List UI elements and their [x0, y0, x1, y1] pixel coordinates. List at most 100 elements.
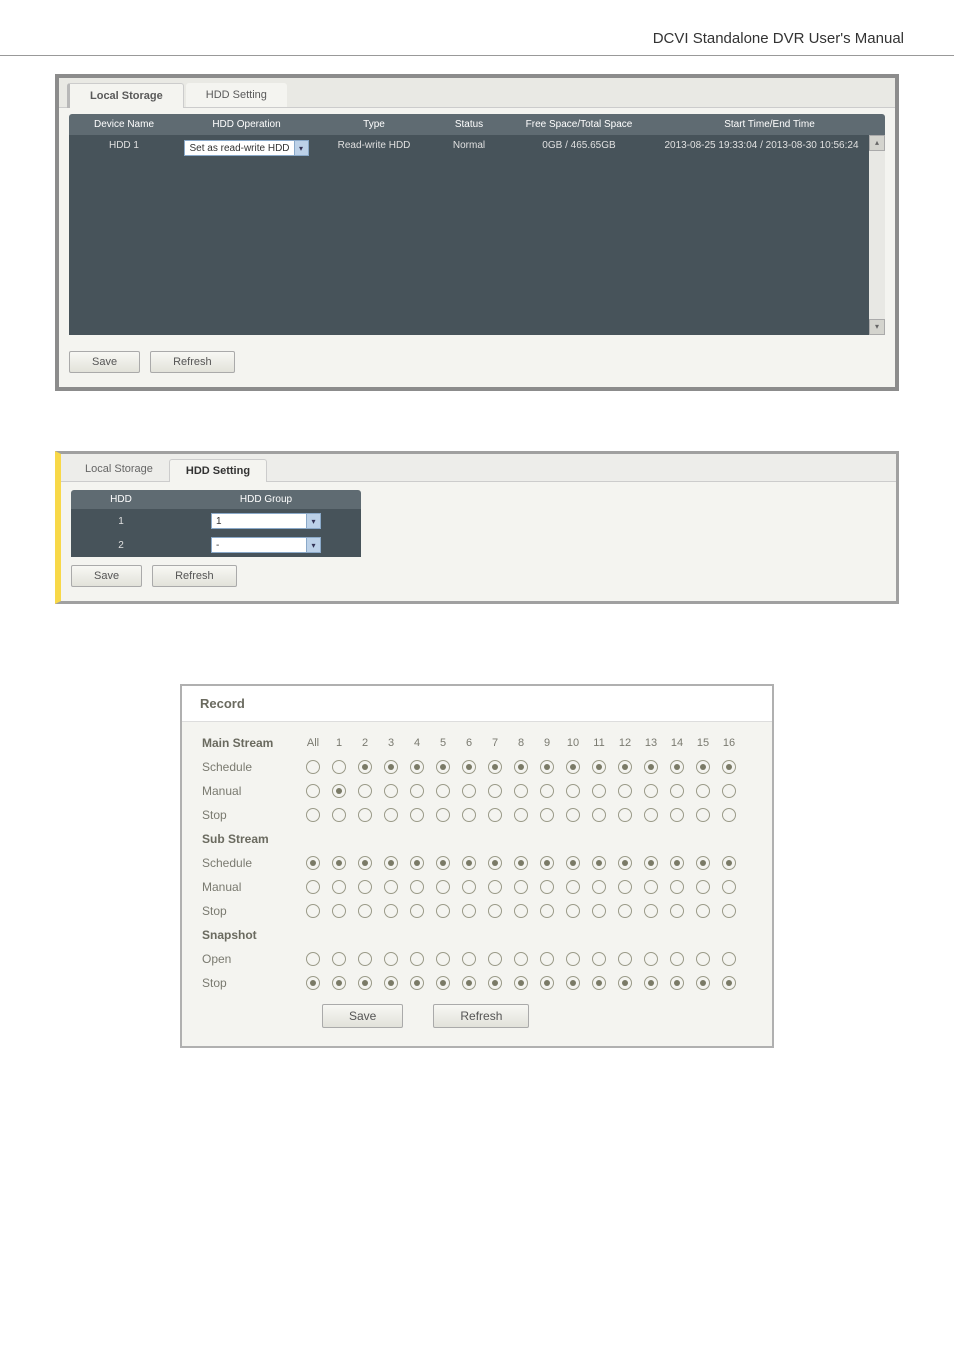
channel-radio[interactable]: [670, 808, 684, 822]
channel-radio[interactable]: [436, 976, 450, 990]
save-button[interactable]: Save: [69, 351, 140, 373]
channel-radio[interactable]: [644, 976, 658, 990]
save-button[interactable]: Save: [322, 1004, 403, 1028]
tab-hdd-setting[interactable]: HDD Setting: [169, 459, 267, 482]
channel-radio[interactable]: [332, 976, 346, 990]
channel-radio[interactable]: [696, 880, 710, 894]
channel-radio[interactable]: [410, 904, 424, 918]
hdd-group-select[interactable]: - ▾: [211, 537, 321, 553]
channel-radio[interactable]: [514, 976, 528, 990]
channel-radio[interactable]: [618, 904, 632, 918]
channel-radio[interactable]: [618, 808, 632, 822]
channel-radio[interactable]: [332, 880, 346, 894]
channel-radio[interactable]: [358, 880, 372, 894]
channel-radio[interactable]: [696, 904, 710, 918]
channel-radio[interactable]: [618, 784, 632, 798]
channel-radio[interactable]: [670, 760, 684, 774]
channel-radio[interactable]: [670, 952, 684, 966]
channel-radio[interactable]: [384, 760, 398, 774]
channel-radio[interactable]: [462, 760, 476, 774]
channel-radio[interactable]: [488, 856, 502, 870]
refresh-button[interactable]: Refresh: [150, 351, 235, 373]
channel-radio[interactable]: [670, 880, 684, 894]
channel-radio[interactable]: [644, 760, 658, 774]
channel-radio[interactable]: [332, 904, 346, 918]
channel-radio[interactable]: [644, 856, 658, 870]
channel-radio[interactable]: [306, 976, 320, 990]
channel-radio[interactable]: [644, 904, 658, 918]
channel-radio[interactable]: [592, 904, 606, 918]
channel-radio[interactable]: [436, 880, 450, 894]
channel-radio[interactable]: [540, 784, 554, 798]
channel-radio[interactable]: [644, 952, 658, 966]
channel-radio[interactable]: [332, 856, 346, 870]
channel-radio[interactable]: [462, 808, 476, 822]
channel-radio[interactable]: [722, 952, 736, 966]
tab-local-storage[interactable]: Local Storage: [69, 458, 169, 481]
channel-radio[interactable]: [488, 784, 502, 798]
channel-radio[interactable]: [722, 880, 736, 894]
channel-radio[interactable]: [670, 856, 684, 870]
channel-radio[interactable]: [618, 856, 632, 870]
channel-radio[interactable]: [514, 952, 528, 966]
channel-radio[interactable]: [384, 904, 398, 918]
channel-radio[interactable]: [410, 952, 424, 966]
channel-radio[interactable]: [540, 880, 554, 894]
channel-radio[interactable]: [722, 760, 736, 774]
channel-radio[interactable]: [592, 784, 606, 798]
channel-radio[interactable]: [410, 856, 424, 870]
channel-radio[interactable]: [722, 784, 736, 798]
channel-radio[interactable]: [696, 784, 710, 798]
channel-radio[interactable]: [306, 952, 320, 966]
channel-radio[interactable]: [488, 952, 502, 966]
channel-radio[interactable]: [384, 808, 398, 822]
channel-radio[interactable]: [540, 976, 554, 990]
channel-radio[interactable]: [696, 976, 710, 990]
channel-radio[interactable]: [306, 784, 320, 798]
channel-radio[interactable]: [358, 976, 372, 990]
channel-radio[interactable]: [670, 976, 684, 990]
channel-radio[interactable]: [514, 808, 528, 822]
channel-radio[interactable]: [436, 808, 450, 822]
channel-radio[interactable]: [332, 760, 346, 774]
channel-radio[interactable]: [592, 808, 606, 822]
channel-radio[interactable]: [722, 808, 736, 822]
channel-radio[interactable]: [592, 760, 606, 774]
channel-radio[interactable]: [436, 952, 450, 966]
channel-radio[interactable]: [332, 784, 346, 798]
channel-radio[interactable]: [462, 880, 476, 894]
channel-radio[interactable]: [384, 952, 398, 966]
channel-radio[interactable]: [670, 784, 684, 798]
channel-radio[interactable]: [540, 856, 554, 870]
channel-radio[interactable]: [306, 856, 320, 870]
channel-radio[interactable]: [462, 856, 476, 870]
channel-radio[interactable]: [358, 904, 372, 918]
refresh-button[interactable]: Refresh: [433, 1004, 529, 1028]
channel-radio[interactable]: [540, 952, 554, 966]
channel-radio[interactable]: [384, 976, 398, 990]
channel-radio[interactable]: [306, 760, 320, 774]
channel-radio[interactable]: [514, 784, 528, 798]
channel-radio[interactable]: [618, 952, 632, 966]
channel-radio[interactable]: [462, 976, 476, 990]
channel-radio[interactable]: [332, 808, 346, 822]
channel-radio[interactable]: [410, 880, 424, 894]
channel-radio[interactable]: [566, 856, 580, 870]
channel-radio[interactable]: [306, 808, 320, 822]
channel-radio[interactable]: [410, 784, 424, 798]
hdd-operation-select[interactable]: Set as read-write HDD ▾: [184, 140, 308, 156]
channel-radio[interactable]: [488, 976, 502, 990]
channel-radio[interactable]: [566, 976, 580, 990]
tab-hdd-setting[interactable]: HDD Setting: [186, 83, 287, 107]
channel-radio[interactable]: [696, 952, 710, 966]
channel-radio[interactable]: [410, 976, 424, 990]
channel-radio[interactable]: [488, 904, 502, 918]
channel-radio[interactable]: [436, 904, 450, 918]
channel-radio[interactable]: [644, 880, 658, 894]
channel-radio[interactable]: [514, 904, 528, 918]
channel-radio[interactable]: [722, 856, 736, 870]
channel-radio[interactable]: [358, 952, 372, 966]
channel-radio[interactable]: [644, 784, 658, 798]
channel-radio[interactable]: [696, 808, 710, 822]
channel-radio[interactable]: [722, 904, 736, 918]
